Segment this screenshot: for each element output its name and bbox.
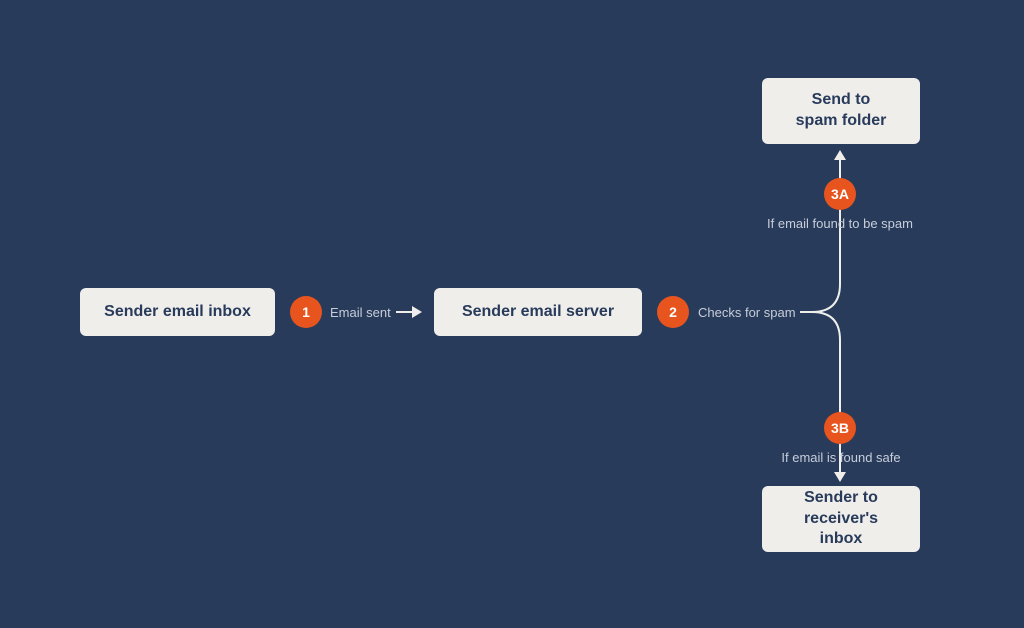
arrow-step-1 — [396, 311, 420, 313]
arrowhead-down-to-receiver — [834, 472, 846, 482]
arrowhead-up-to-spam — [834, 150, 846, 160]
badge-step-3b: 3B — [824, 412, 856, 444]
badge-step-1: 1 — [290, 296, 322, 328]
node-spam-folder: Send to spam folder — [762, 78, 920, 144]
node-sender-inbox: Sender email inbox — [80, 288, 275, 336]
label-step-2: Checks for spam — [698, 305, 796, 320]
badge-step-3a: 3A — [824, 178, 856, 210]
label-step-1: Email sent — [330, 305, 391, 320]
badge-step-2: 2 — [657, 296, 689, 328]
label-step-3a: If email found to be spam — [764, 216, 916, 231]
node-sender-server: Sender email server — [434, 288, 642, 336]
branch-connector — [800, 250, 860, 380]
label-step-3b: If email is found safe — [774, 450, 908, 465]
node-receiver-inbox: Sender to receiver's inbox — [762, 486, 920, 552]
